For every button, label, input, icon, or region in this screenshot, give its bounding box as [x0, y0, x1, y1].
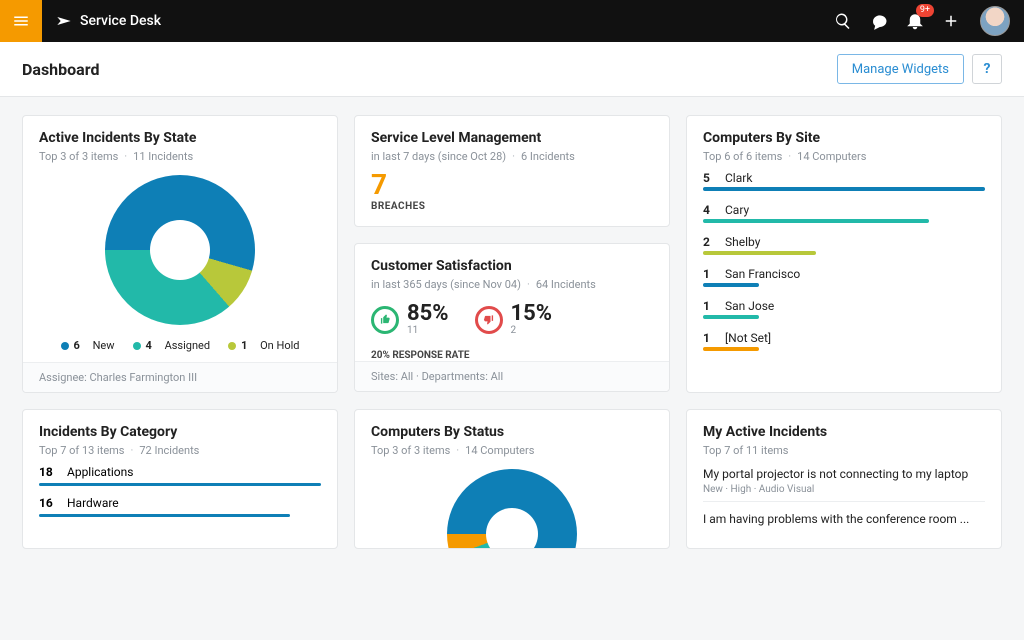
card-incidents-by-category: Incidents By Category Top 7 of 13 items7…: [22, 409, 338, 549]
legend-item[interactable]: 6 New: [61, 339, 115, 352]
thumbs-down-icon: [475, 306, 503, 334]
site-row[interactable]: 1[Not Set]: [703, 323, 985, 347]
site-bar: [703, 251, 816, 255]
category-row[interactable]: 16Hardware: [39, 488, 321, 519]
card-title: My Active Incidents: [703, 424, 985, 440]
site-row[interactable]: 4Cary: [703, 195, 985, 219]
card-title: Computers By Site: [703, 130, 985, 146]
site-row[interactable]: 2Shelby: [703, 227, 985, 251]
incident-item[interactable]: My portal projector is not connecting to…: [703, 457, 985, 502]
plus-icon: [942, 12, 960, 30]
card-title: Computers By Status: [371, 424, 653, 440]
help-button[interactable]: ?: [972, 54, 1002, 84]
card-subtext: Top 7 of 11 items: [703, 444, 985, 457]
card-subtext: Top 3 of 3 items11 Incidents: [39, 150, 321, 163]
notification-badge: 9+: [916, 4, 934, 17]
card-title: Service Level Management: [371, 130, 653, 146]
card-customer-satisfaction: Customer Satisfaction in last 365 days (…: [354, 243, 670, 392]
top-bar: Service Desk 9+: [0, 0, 1024, 42]
dashboard-grid: Active Incidents By State Top 3 of 3 ite…: [0, 97, 1024, 640]
site-bar: [703, 283, 759, 287]
card-subtext: Top 6 of 6 items14 Computers: [703, 150, 985, 163]
incident-item[interactable]: I am having problems with the conference…: [703, 502, 985, 535]
search-button[interactable]: [826, 4, 860, 38]
chat-button[interactable]: [862, 4, 896, 38]
card-service-level-management: Service Level Management in last 7 days …: [354, 115, 670, 227]
card-footer: Assignee: Charles Farmington III: [23, 362, 337, 392]
card-subtext: in last 365 days (since Nov 04)64 Incide…: [371, 278, 653, 291]
csat-negative: 15%2: [475, 303, 553, 336]
breach-count: 7: [371, 171, 653, 199]
brand: Service Desk: [42, 13, 175, 29]
brand-icon: [56, 13, 72, 29]
swatch-icon: [133, 342, 141, 350]
site-bar: [703, 315, 759, 319]
swatch-icon: [228, 342, 236, 350]
card-computers-by-status: Computers By Status Top 3 of 3 items14 C…: [354, 409, 670, 549]
legend-item[interactable]: 1 On Hold: [228, 339, 299, 352]
card-title: Customer Satisfaction: [371, 258, 653, 274]
site-row[interactable]: 1San Jose: [703, 291, 985, 315]
card-title: Incidents By Category: [39, 424, 321, 440]
search-icon: [834, 12, 852, 30]
hamburger-icon: [12, 12, 30, 30]
chat-icon: [870, 12, 888, 30]
card-subtext: in last 7 days (since Oct 28)6 Incidents: [371, 150, 653, 163]
breach-label: BREACHES: [371, 201, 653, 212]
site-bar: [703, 219, 929, 223]
notifications-button[interactable]: 9+: [898, 4, 932, 38]
legend-item[interactable]: 4 Assigned: [133, 339, 211, 352]
category-row[interactable]: 18Applications: [39, 457, 321, 488]
site-row[interactable]: 1San Francisco: [703, 259, 985, 283]
page-header: Dashboard Manage Widgets ?: [0, 42, 1024, 97]
card-title: Active Incidents By State: [39, 130, 321, 146]
top-actions: 9+: [826, 4, 1024, 38]
donut-chart[interactable]: [447, 469, 577, 549]
add-button[interactable]: [934, 4, 968, 38]
site-bar: [703, 347, 759, 351]
card-subtext: Top 3 of 3 items14 Computers: [371, 444, 653, 457]
thumbs-up-icon: [371, 306, 399, 334]
app-name: Service Desk: [80, 13, 161, 29]
csat-positive: 85%11: [371, 303, 449, 336]
response-rate: 20% RESPONSE RATE: [371, 350, 653, 361]
site-row[interactable]: 5Clark: [703, 163, 985, 187]
menu-button[interactable]: [0, 0, 42, 42]
site-bar: [703, 187, 985, 191]
card-my-active-incidents: My Active Incidents Top 7 of 11 items My…: [686, 409, 1002, 549]
card-active-incidents-by-state: Active Incidents By State Top 3 of 3 ite…: [22, 115, 338, 393]
donut-chart[interactable]: [105, 175, 255, 325]
page-title: Dashboard: [22, 60, 99, 79]
swatch-icon: [61, 342, 69, 350]
middle-column: Service Level Management in last 7 days …: [354, 115, 670, 393]
user-avatar[interactable]: [980, 6, 1010, 36]
manage-widgets-button[interactable]: Manage Widgets: [837, 54, 964, 84]
card-computers-by-site: Computers By Site Top 6 of 6 items14 Com…: [686, 115, 1002, 393]
chart-legend: 6 New 4 Assigned 1 On Hold: [39, 333, 321, 362]
card-subtext: Top 7 of 13 items72 Incidents: [39, 444, 321, 457]
card-footer: Sites: All · Departments: All: [355, 361, 669, 391]
